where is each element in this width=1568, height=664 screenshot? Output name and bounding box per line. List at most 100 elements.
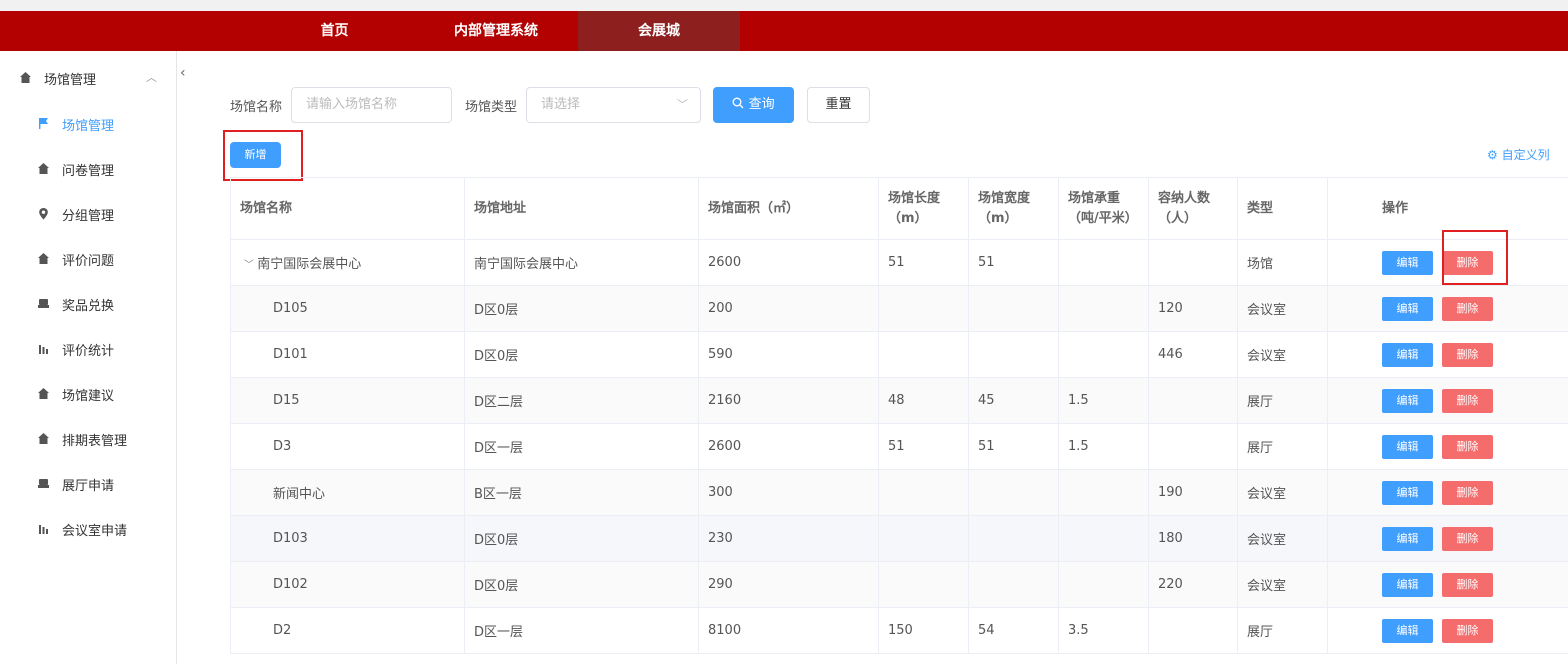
table-row[interactable]: D2 D区一层 8100 150 54 3.5 展厅 编辑 删除 <box>230 607 1568 654</box>
cell-capacity: 190 <box>1148 469 1238 516</box>
customize-columns-button[interactable]: ⚙ 自定义列 <box>1487 146 1550 163</box>
table-row[interactable]: 新闻中心 B区一层 300 190 会议室 编辑 删除 <box>230 469 1568 516</box>
cell-load: 1.5 <box>1058 377 1149 424</box>
sidebar-item-evaluation-stats[interactable]: 评价统计 <box>0 334 176 364</box>
sidebar-item-hall-application[interactable]: 展厅申请 <box>0 469 176 499</box>
cell-width: 45 <box>968 377 1059 424</box>
delete-button[interactable]: 删除 <box>1442 618 1493 643</box>
nav-home[interactable]: 首页 <box>287 11 382 51</box>
cell-length: 51 <box>878 239 969 286</box>
table-header-row: 场馆名称 场馆地址 场馆面积（㎡） 场馆长度（m） 场馆宽度（m） 场馆承重（吨… <box>230 177 1568 240</box>
query-button[interactable]: 查询 <box>713 87 794 123</box>
column-header[interactable]: 场馆面积（㎡） <box>698 177 879 240</box>
cell-area: 8100 <box>698 607 879 654</box>
gear-icon: ⚙ <box>1487 148 1498 162</box>
cell-capacity <box>1148 377 1238 424</box>
delete-button[interactable]: 删除 <box>1442 388 1493 413</box>
column-header[interactable]: 场馆宽度（m） <box>968 177 1059 240</box>
edit-button[interactable]: 编辑 <box>1382 296 1433 321</box>
chevron-up-icon[interactable]: ︿ <box>146 69 157 85</box>
sidebar-item-venue-suggestion[interactable]: 场馆建议 <box>0 379 176 409</box>
sidebar-item-venue-management[interactable]: 场馆管理 <box>0 109 176 139</box>
cell-width <box>968 331 1059 378</box>
cell-area: 2600 <box>698 423 879 470</box>
bar-chart-icon <box>39 525 48 534</box>
cell-load <box>1058 469 1149 516</box>
cell-actions: 编辑 删除 <box>1327 285 1568 332</box>
sidebar-item-label: 评价统计 <box>62 344 115 359</box>
sidebar-item-label: 分组管理 <box>62 209 115 224</box>
edit-button[interactable]: 编辑 <box>1382 388 1433 413</box>
delete-button[interactable]: 删除 <box>1442 342 1493 367</box>
cell-address: B区一层 <box>464 469 699 516</box>
table-row[interactable]: D102 D区0层 290 220 会议室 编辑 删除 <box>230 561 1568 608</box>
flag-icon <box>39 118 48 129</box>
delete-button[interactable]: 删除 <box>1442 526 1493 551</box>
sidebar-item-label: 会议室申请 <box>62 524 128 539</box>
cell-actions: 编辑 删除 <box>1327 469 1568 516</box>
collapse-sidebar-icon[interactable]: ‹ <box>180 65 186 81</box>
sidebar-item-group[interactable]: 分组管理 <box>0 199 176 229</box>
venue-name: D2 <box>273 623 292 638</box>
delete-button[interactable]: 删除 <box>1442 434 1493 459</box>
edit-button[interactable]: 编辑 <box>1382 342 1433 367</box>
cell-width: 54 <box>968 607 1059 654</box>
cell-load <box>1058 515 1149 562</box>
venue-type-select[interactable]: 请选择 ﹀ <box>526 87 701 123</box>
cell-width: 51 <box>968 423 1059 470</box>
cell-address: D区0层 <box>464 561 699 608</box>
sidebar-item-evaluation-question[interactable]: 评价问题 <box>0 244 176 274</box>
expand-chevron-icon[interactable]: ﹀ <box>244 260 257 271</box>
window-top-strip <box>0 0 1568 11</box>
edit-button[interactable]: 编辑 <box>1382 250 1433 275</box>
venue-name: D102 <box>273 577 308 592</box>
home-icon <box>38 253 49 264</box>
edit-button[interactable]: 编辑 <box>1382 572 1433 597</box>
home-icon <box>38 433 49 444</box>
table-row[interactable]: D15 D区二层 2160 48 45 1.5 展厅 编辑 删除 <box>230 377 1568 424</box>
table-row[interactable]: ﹀ 南宁国际会展中心 南宁国际会展中心 2600 51 51 场馆 编辑 删除 <box>230 239 1568 286</box>
cell-actions: 编辑 删除 <box>1327 423 1568 470</box>
column-header[interactable]: 场馆名称 <box>230 177 465 240</box>
cell-name: D105 <box>230 285 465 332</box>
delete-button[interactable]: 删除 <box>1442 572 1493 597</box>
cell-type: 会议室 <box>1237 469 1328 516</box>
table-row[interactable]: D3 D区一层 2600 51 51 1.5 展厅 编辑 删除 <box>230 423 1568 470</box>
sidebar-item-prize-exchange[interactable]: 奖品兑换 <box>0 289 176 319</box>
nav-internal-system[interactable]: 内部管理系统 <box>435 11 557 51</box>
edit-button[interactable]: 编辑 <box>1382 434 1433 459</box>
add-button[interactable]: 新增 <box>230 142 281 168</box>
cell-name: D103 <box>230 515 465 562</box>
sidebar-item-label: 奖品兑换 <box>62 299 115 314</box>
venue-name: D103 <box>273 531 308 546</box>
nav-expo-city[interactable]: 会展城 <box>578 11 740 51</box>
cell-length <box>878 469 969 516</box>
table-row[interactable]: D103 D区0层 230 180 会议室 编辑 删除 <box>230 515 1568 562</box>
sidebar-item-label: 场馆建议 <box>62 389 115 404</box>
edit-button[interactable]: 编辑 <box>1382 480 1433 505</box>
column-header[interactable]: 容纳人数（人） <box>1148 177 1238 240</box>
column-header[interactable]: 场馆长度（m） <box>878 177 969 240</box>
reset-button[interactable]: 重置 <box>807 87 870 123</box>
cell-actions: 编辑 删除 <box>1327 377 1568 424</box>
sidebar-item-questionnaire[interactable]: 问卷管理 <box>0 154 176 184</box>
delete-button[interactable]: 删除 <box>1442 480 1493 505</box>
cell-type: 会议室 <box>1237 331 1328 378</box>
sidebar-item-label: 展厅申请 <box>62 479 115 494</box>
edit-button[interactable]: 编辑 <box>1382 618 1433 643</box>
cell-address: D区一层 <box>464 423 699 470</box>
chevron-down-icon: ﹀ <box>677 98 688 111</box>
table-row[interactable]: D105 D区0层 200 120 会议室 编辑 删除 <box>230 285 1568 332</box>
sidebar-item-schedule[interactable]: 排期表管理 <box>0 424 176 454</box>
query-button-label: 查询 <box>748 97 775 112</box>
delete-button[interactable]: 删除 <box>1442 296 1493 321</box>
column-header[interactable]: 场馆地址 <box>464 177 699 240</box>
edit-button[interactable]: 编辑 <box>1382 526 1433 551</box>
sidebar-item-meeting-room-application[interactable]: 会议室申请 <box>0 514 176 544</box>
table-row[interactable]: D101 D区0层 590 446 会议室 编辑 删除 <box>230 331 1568 378</box>
venue-name-input[interactable]: 请输入场馆名称 <box>291 87 452 123</box>
column-header[interactable]: 场馆承重（吨/平米） <box>1058 177 1149 240</box>
sidebar-group-venue[interactable]: 场馆管理 ︿ <box>0 63 176 93</box>
column-header[interactable]: 类型 <box>1237 177 1328 240</box>
cell-capacity: 120 <box>1148 285 1238 332</box>
